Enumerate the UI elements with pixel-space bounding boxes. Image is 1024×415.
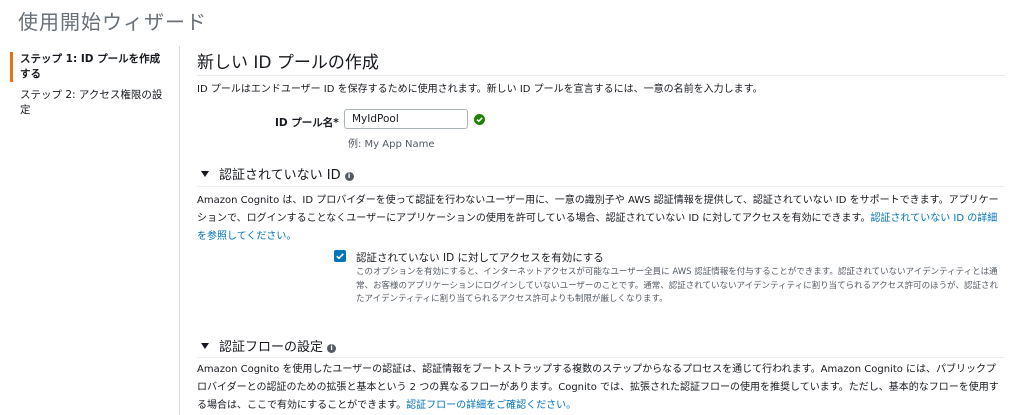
divider xyxy=(197,75,1005,76)
valid-check-icon xyxy=(474,114,485,125)
active-step-indicator xyxy=(10,52,13,82)
step-2-permissions[interactable]: ステップ 2: アクセス権限の設定 xyxy=(20,88,164,118)
intro-text: ID プールはエンドユーザー ID を保存するために使用されます。新しい ID … xyxy=(197,84,763,95)
divider xyxy=(197,186,1005,187)
info-icon[interactable]: i xyxy=(327,344,337,353)
auth-flow-section-toggle[interactable]: 認証フローの設定 i xyxy=(201,336,337,355)
pool-name-label: ID プール名* xyxy=(275,117,339,129)
pool-name-input[interactable] xyxy=(344,109,468,129)
unauth-heading: 認証されていない ID xyxy=(219,168,341,183)
enable-unauth-label[interactable]: 認証されていない ID に対してアクセスを有効にする xyxy=(356,250,604,265)
caret-down-icon xyxy=(201,171,209,177)
info-icon[interactable]: i xyxy=(344,172,354,181)
unauth-section-toggle[interactable]: 認証されていない ID i xyxy=(201,164,354,183)
wizard-title: 使用開始ウィザード xyxy=(18,10,207,34)
wizard-steps-sidebar: ステップ 1: ID プールを作成する ステップ 2: アクセス権限の設定 xyxy=(0,46,178,415)
sidebar-divider xyxy=(179,46,180,415)
auth-flow-description-text: Amazon Cognito を使用したユーザーの認証は、認証情報をブートストラ… xyxy=(197,364,999,411)
unauth-description: Amazon Cognito は、ID プロバイダーを使って認証を行わないユーザ… xyxy=(197,192,1005,246)
auth-flow-learn-more-link[interactable]: 認証フローの詳細をご確認ください。 xyxy=(406,400,576,411)
enable-unauth-checkbox[interactable] xyxy=(334,250,346,262)
enable-unauth-description: このオプションを有効にすると、インターネットアクセスが可能なユーザー全員に AW… xyxy=(356,267,999,304)
auth-flow-description: Amazon Cognito を使用したユーザーの認証は、認証情報をブートストラ… xyxy=(197,361,1005,415)
step-1-create-pool[interactable]: ステップ 1: ID プールを作成する xyxy=(20,52,164,82)
caret-down-icon xyxy=(201,343,209,349)
page-title: 新しい ID プールの作成 xyxy=(197,53,379,73)
divider xyxy=(197,357,1005,358)
auth-flow-heading: 認証フローの設定 xyxy=(219,340,324,355)
pool-name-example: 例: My App Name xyxy=(348,139,435,150)
